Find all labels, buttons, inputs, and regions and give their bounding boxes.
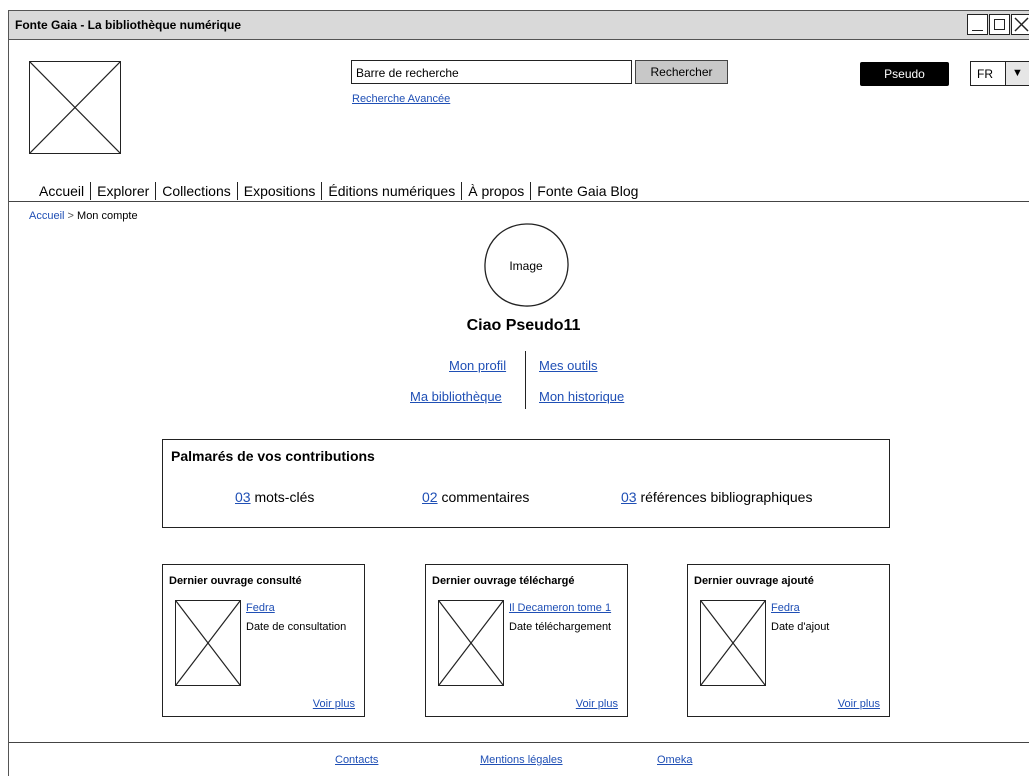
last-added-card: Dernier ouvrage ajouté Fedra Date d'ajou… [687,564,890,717]
contributions-title: Palmarés de vos contributions [171,448,375,464]
user-account-button[interactable]: Pseudo [860,62,949,86]
book-cover-placeholder[interactable] [438,600,504,686]
avatar[interactable]: Image [481,221,571,309]
window-title: Fonte Gaia - La bibliothèque numérique [15,18,242,32]
nav-item-collections[interactable]: Collections [156,181,236,201]
card-date-label: Date d'ajout [771,621,830,633]
account-menu-divider [525,351,526,409]
card-title: Dernier ouvrage ajouté [694,575,814,587]
footer-divider [9,742,1029,743]
nav-item-accueil[interactable]: Accueil [33,181,90,201]
language-value: FR [977,67,993,81]
card-title: Dernier ouvrage consulté [169,575,302,587]
title-bar: Fonte Gaia - La bibliothèque numérique [9,11,1029,40]
search-input[interactable]: Barre de recherche [351,60,632,84]
last-downloaded-card: Dernier ouvrage téléchargé Il Decameron … [425,564,628,717]
my-tools-link[interactable]: Mes outils [539,358,598,373]
my-library-link[interactable]: Ma bibliothèque [410,389,502,404]
stat-keywords-label: mots-clés [254,489,315,505]
nav-item-explorer[interactable]: Explorer [91,181,155,201]
stat-references: 03 références bibliographiques [621,489,812,505]
window-controls [967,14,1029,35]
footer-contacts-link[interactable]: Contacts [335,754,378,766]
stat-references-label: références bibliographiques [640,489,813,505]
work-title-link[interactable]: Fedra [771,602,800,614]
stat-keywords: 03 mots-clés [235,489,314,505]
contributions-panel: Palmarés de vos contributions 03 mots-cl… [162,439,890,528]
minimize-icon[interactable] [967,14,988,35]
footer-omeka-link[interactable]: Omeka [657,754,692,766]
stat-keywords-count[interactable]: 03 [235,489,251,505]
footer-legal-link[interactable]: Mentions légales [480,754,563,766]
close-icon[interactable] [1011,14,1029,35]
my-history-link[interactable]: Mon historique [539,389,624,404]
card-date-label: Date téléchargement [509,621,612,633]
avatar-label: Image [509,259,543,273]
chevron-down-icon[interactable]: ▼ [1005,62,1029,85]
work-title-link[interactable]: Fedra [246,602,275,614]
stat-comments-count[interactable]: 02 [422,489,438,505]
advanced-search-link[interactable]: Recherche Avancée [352,93,450,105]
card-title: Dernier ouvrage téléchargé [432,575,575,587]
stat-comments: 02 commentaires [422,489,529,505]
see-more-link[interactable]: Voir plus [838,698,880,710]
last-viewed-card: Dernier ouvrage consulté Fedra Date de c… [162,564,365,717]
my-profile-link[interactable]: Mon profil [449,358,506,373]
language-select[interactable]: FR ▼ [970,61,1029,86]
nav-item-a-propos[interactable]: À propos [462,181,530,201]
nav-item-expositions[interactable]: Expositions [238,181,322,201]
breadcrumb: Accueil > Mon compte [29,210,138,222]
see-more-link[interactable]: Voir plus [576,698,618,710]
browser-window: Fonte Gaia - La bibliothèque numérique B… [8,10,1029,776]
maximize-icon[interactable] [989,14,1010,35]
main-navigation: Accueil Explorer Collections Expositions… [33,181,644,201]
breadcrumb-current: Mon compte [77,210,138,222]
see-more-link[interactable]: Voir plus [313,698,355,710]
nav-item-editions[interactable]: Éditions numériques [322,181,461,201]
breadcrumb-separator: > [67,210,74,222]
stat-references-count[interactable]: 03 [621,489,637,505]
book-cover-placeholder[interactable] [175,600,241,686]
work-title-link[interactable]: Il Decameron tome 1 [509,602,611,614]
breadcrumb-home-link[interactable]: Accueil [29,210,64,222]
nav-divider [9,201,1029,202]
greeting-heading: Ciao Pseudo11 [466,317,581,334]
card-date-label: Date de consultation [246,621,347,633]
stat-comments-label: commentaires [441,489,530,505]
logo-image-placeholder[interactable] [29,61,121,154]
nav-item-blog[interactable]: Fonte Gaia Blog [531,181,644,201]
book-cover-placeholder[interactable] [700,600,766,686]
search-button[interactable]: Rechercher [635,60,728,84]
